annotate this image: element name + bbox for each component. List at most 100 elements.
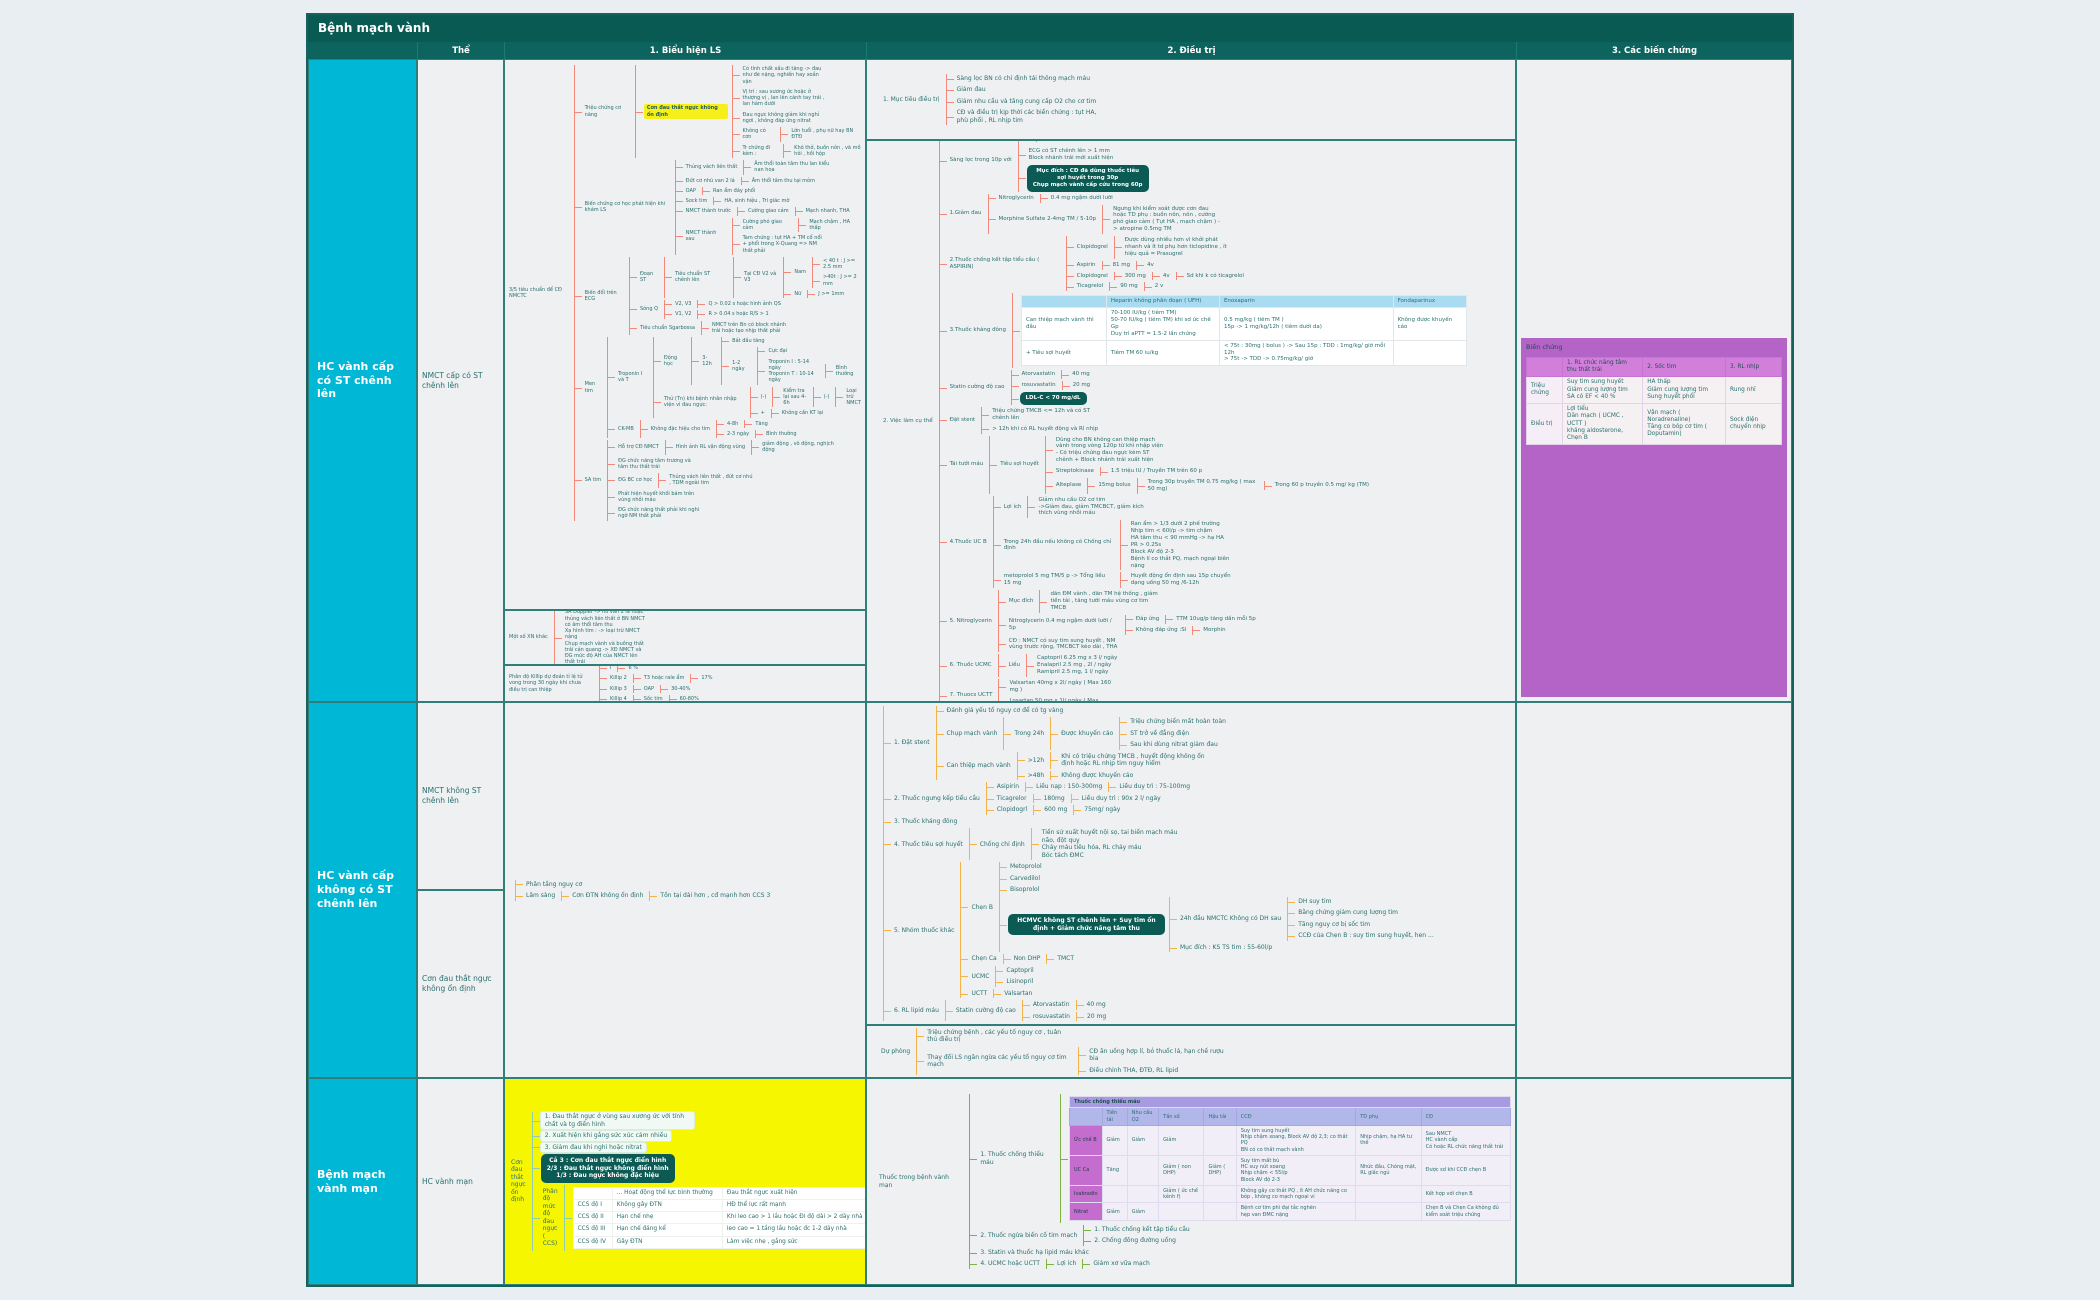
node-label[interactable]: Cường giao cảm xyxy=(746,207,791,215)
node-label[interactable]: Phân tầng nguy cơ xyxy=(524,880,584,890)
node-label[interactable]: Lâm sàng xyxy=(524,891,557,901)
node-label[interactable]: 30-40% xyxy=(669,685,692,693)
node-label[interactable]: 4v xyxy=(1161,272,1172,281)
node-label[interactable]: Thủng vách liên thất xyxy=(684,163,740,171)
node-label[interactable]: SA Doppler -> hở van 2 lá hoặc thủng vác… xyxy=(563,610,651,665)
node-label[interactable]: Không đặc hiệu cho tim xyxy=(649,425,712,433)
node-label[interactable]: >12h xyxy=(1026,756,1046,766)
node-label[interactable]: Lớn tuổi , phụ nữ hay BN ĐTĐ xyxy=(789,127,863,142)
node-label[interactable]: Liều duy trì : 75-100mg xyxy=(1117,782,1192,792)
node-label[interactable]: + xyxy=(759,409,767,417)
node-label[interactable]: Giảm xơ vữa mạch xyxy=(1091,1259,1151,1269)
node-label[interactable]: Có tính chất xấu đi tăng -> đau như đè n… xyxy=(741,65,829,86)
node-label[interactable]: Tiêu sợi huyết xyxy=(998,460,1041,469)
node-label[interactable]: NMCT thành trước xyxy=(684,207,733,215)
node-label[interactable]: Chống chỉ định xyxy=(978,840,1027,850)
node-label[interactable]: Mạch nhanh, THA xyxy=(804,207,852,215)
node-label[interactable]: (-) xyxy=(759,393,769,401)
node-label[interactable]: Tái tưới máu xyxy=(948,460,986,469)
node-label[interactable]: Cường phó giao cảm xyxy=(741,218,795,233)
node-label[interactable]: 40 mg xyxy=(1070,370,1092,379)
node-label[interactable]: Lợi ích xyxy=(1055,1259,1078,1269)
node-label[interactable]: Tiền sử xuất huyết nội sọ, tai biến mạch… xyxy=(1040,828,1189,860)
node-label[interactable]: 20 mg xyxy=(1085,1012,1108,1022)
the-cell-unstable-angina[interactable]: Cơn đau thắt ngực không ổn định xyxy=(417,890,504,1078)
node-label[interactable]: 3. Statin và thuốc hạ lipid máu khác xyxy=(978,1248,1091,1258)
node-label[interactable]: 60-80% xyxy=(678,695,701,702)
node-label[interactable]: Vị trí : sau xương ức hoặc ở thượng vị ,… xyxy=(741,88,829,109)
node-label[interactable]: V2, V3 xyxy=(673,300,693,308)
node-label[interactable]: Đáp ứng xyxy=(1134,615,1161,624)
node-label[interactable]: Liều duy trì : 90x 2 l/ ngày xyxy=(1080,794,1163,804)
node-label[interactable]: TMCT xyxy=(1055,954,1076,964)
node-label[interactable]: V1, V2 xyxy=(673,310,693,318)
node-label[interactable]: Biến đổi trên ECG xyxy=(583,289,625,304)
node-label[interactable]: Dùng cho BN không can thiệp mạch vành tr… xyxy=(1054,436,1168,466)
node-label[interactable]: Killip 4 xyxy=(608,695,629,702)
node-label[interactable]: CK-MB xyxy=(616,425,636,433)
node-label[interactable]: Nitroglycerin 0.4 mg ngậm dưới lưỡi / 5p xyxy=(1007,617,1121,633)
node-label[interactable]: 4v xyxy=(1145,261,1156,270)
node-label[interactable]: Khi có triệu chứng TMCB , huyết động khô… xyxy=(1059,752,1208,769)
node-label[interactable]: Can thiệp mạch vành xyxy=(945,761,1013,771)
node-label[interactable]: Atorvastatin xyxy=(1031,1000,1072,1010)
node-label[interactable]: Trong 24h xyxy=(1012,729,1046,739)
node-label[interactable]: ĐG chức năng thất phải khi nghi ngờ NM t… xyxy=(616,506,704,521)
node-label[interactable]: Cơn ĐTN không ổn định xyxy=(570,891,645,901)
node-label[interactable]: OAP xyxy=(684,187,698,195)
node-label[interactable]: giảm động , vô động, nghịch động xyxy=(760,440,848,455)
node-label[interactable]: Clopidogrl xyxy=(995,805,1029,815)
node-label[interactable]: 4. UCMC hoặc UCTT xyxy=(978,1259,1042,1269)
node-label[interactable]: >48h xyxy=(1026,771,1046,781)
node-label[interactable]: Mục đích xyxy=(1007,597,1036,606)
node-label[interactable]: Mục đích : KS TS tim : 55-60l/p xyxy=(1178,943,1274,953)
node-label[interactable]: Âm thổi toàn tâm thu lan kiểu nan hoa xyxy=(752,160,840,175)
node-label[interactable]: Thủng vách liên thất , đứt cơ nhú , TDM … xyxy=(667,473,755,488)
node-label[interactable]: 600 mg xyxy=(1042,805,1069,815)
node-label[interactable]: Liều nạp : 150-300mg xyxy=(1034,782,1104,792)
node-label[interactable]: UCMC xyxy=(969,972,991,982)
node-label[interactable]: Lợi ích xyxy=(1002,503,1024,512)
the-cell-stemi[interactable]: NMCT cấp có ST chênh lên xyxy=(417,59,504,702)
node-label[interactable]: Không cần KT lại xyxy=(780,409,825,417)
node-label[interactable]: 6. Thuốc UCMC xyxy=(948,661,994,670)
node-label[interactable]: Tiêu chuẩn Sgarbossa xyxy=(638,324,697,332)
node-label[interactable]: Non DHP xyxy=(1012,954,1043,964)
node-label[interactable]: Bệnh sử có đau thắt ngực kéo dài hơn 30p xyxy=(1027,140,1141,145)
node-label[interactable]: Sàng lọc trong 10p với xyxy=(948,156,1014,165)
node-label[interactable]: Động học xyxy=(662,354,687,369)
node-label[interactable]: CCĐ của Chẹn B : suy tim sung huyết, hen… xyxy=(1296,931,1436,941)
node-label[interactable]: < 40 t : J >= 2.5 mm xyxy=(821,257,863,272)
node-label[interactable]: NMCT thành sau xyxy=(684,229,728,244)
node-label[interactable]: 24h đầu NMCTC Không có DH sau xyxy=(1178,914,1283,924)
node-label[interactable]: Hỗ trợ CĐ NMCT xyxy=(616,443,661,451)
node-label[interactable]: 20 mg xyxy=(1071,381,1093,390)
node-label[interactable]: Phân độ Killip dự đoán tỉ lệ tử vong tro… xyxy=(507,673,595,694)
node-label[interactable]: Đặt stent xyxy=(948,416,978,425)
node-label[interactable]: Đoạn ST xyxy=(638,270,660,285)
node-label[interactable]: Không có cơn xyxy=(741,127,777,142)
node-label[interactable]: Giảm nhu cầu O2 cơ tim ->Giảm đau, giảm … xyxy=(1036,496,1150,519)
node-label[interactable]: CĐ ăn uống hợp lí, bỏ thuốc lá, hạn chế … xyxy=(1087,1047,1236,1064)
node-label[interactable]: Mạch chậm , HA thấp xyxy=(807,218,863,233)
node-label[interactable]: T3 hoặc rale ẩm xyxy=(642,674,687,682)
node-label[interactable]: Đánh giá yếu tố nguy cơ để có tg vàng xyxy=(945,706,1066,716)
callout-box[interactable]: Cả 3 : Cơn đau thắt ngực điển hình 2/3 :… xyxy=(541,1154,675,1183)
node-label[interactable]: Một số XN khác xyxy=(507,633,550,641)
node-label[interactable]: Tiêu chuẩn ST chênh lên xyxy=(673,270,729,285)
node-label[interactable]: ĐG chức năng tâm trương và tâm thu thất … xyxy=(616,457,704,472)
node-label[interactable]: rosuvastatin xyxy=(1031,1012,1072,1022)
node-label[interactable]: 2-3 ngày xyxy=(725,430,751,438)
node-label[interactable]: Alteplase xyxy=(1054,481,1083,490)
node-label[interactable]: Thay đổi LS ngăn ngừa các yếu tố nguy cơ… xyxy=(925,1053,1074,1070)
node-label[interactable]: 1.5 triệu IU / Truyền TM trên 60 p xyxy=(1109,467,1204,476)
node-label[interactable]: Bisoprolol xyxy=(1008,885,1041,895)
node-label[interactable]: Lisinopril xyxy=(1004,977,1035,987)
node-label[interactable]: Âm thổi tâm thu tại mỏm xyxy=(750,177,817,185)
node-label[interactable]: Clopidogrel xyxy=(1075,243,1110,252)
node-label[interactable]: Không được khuyến cáo xyxy=(1059,771,1135,781)
node-label[interactable]: ĐG BC cơ học xyxy=(616,476,654,484)
node-label[interactable]: NMCT trên Bn có block nhánh trái hoặc tạ… xyxy=(710,321,798,336)
node-label[interactable]: Đau ngực không giảm khi nghỉ ngơi , khôn… xyxy=(741,111,829,126)
callout-box[interactable]: HCMVC không ST chênh lên + Suy tim ổn đị… xyxy=(1008,914,1165,935)
